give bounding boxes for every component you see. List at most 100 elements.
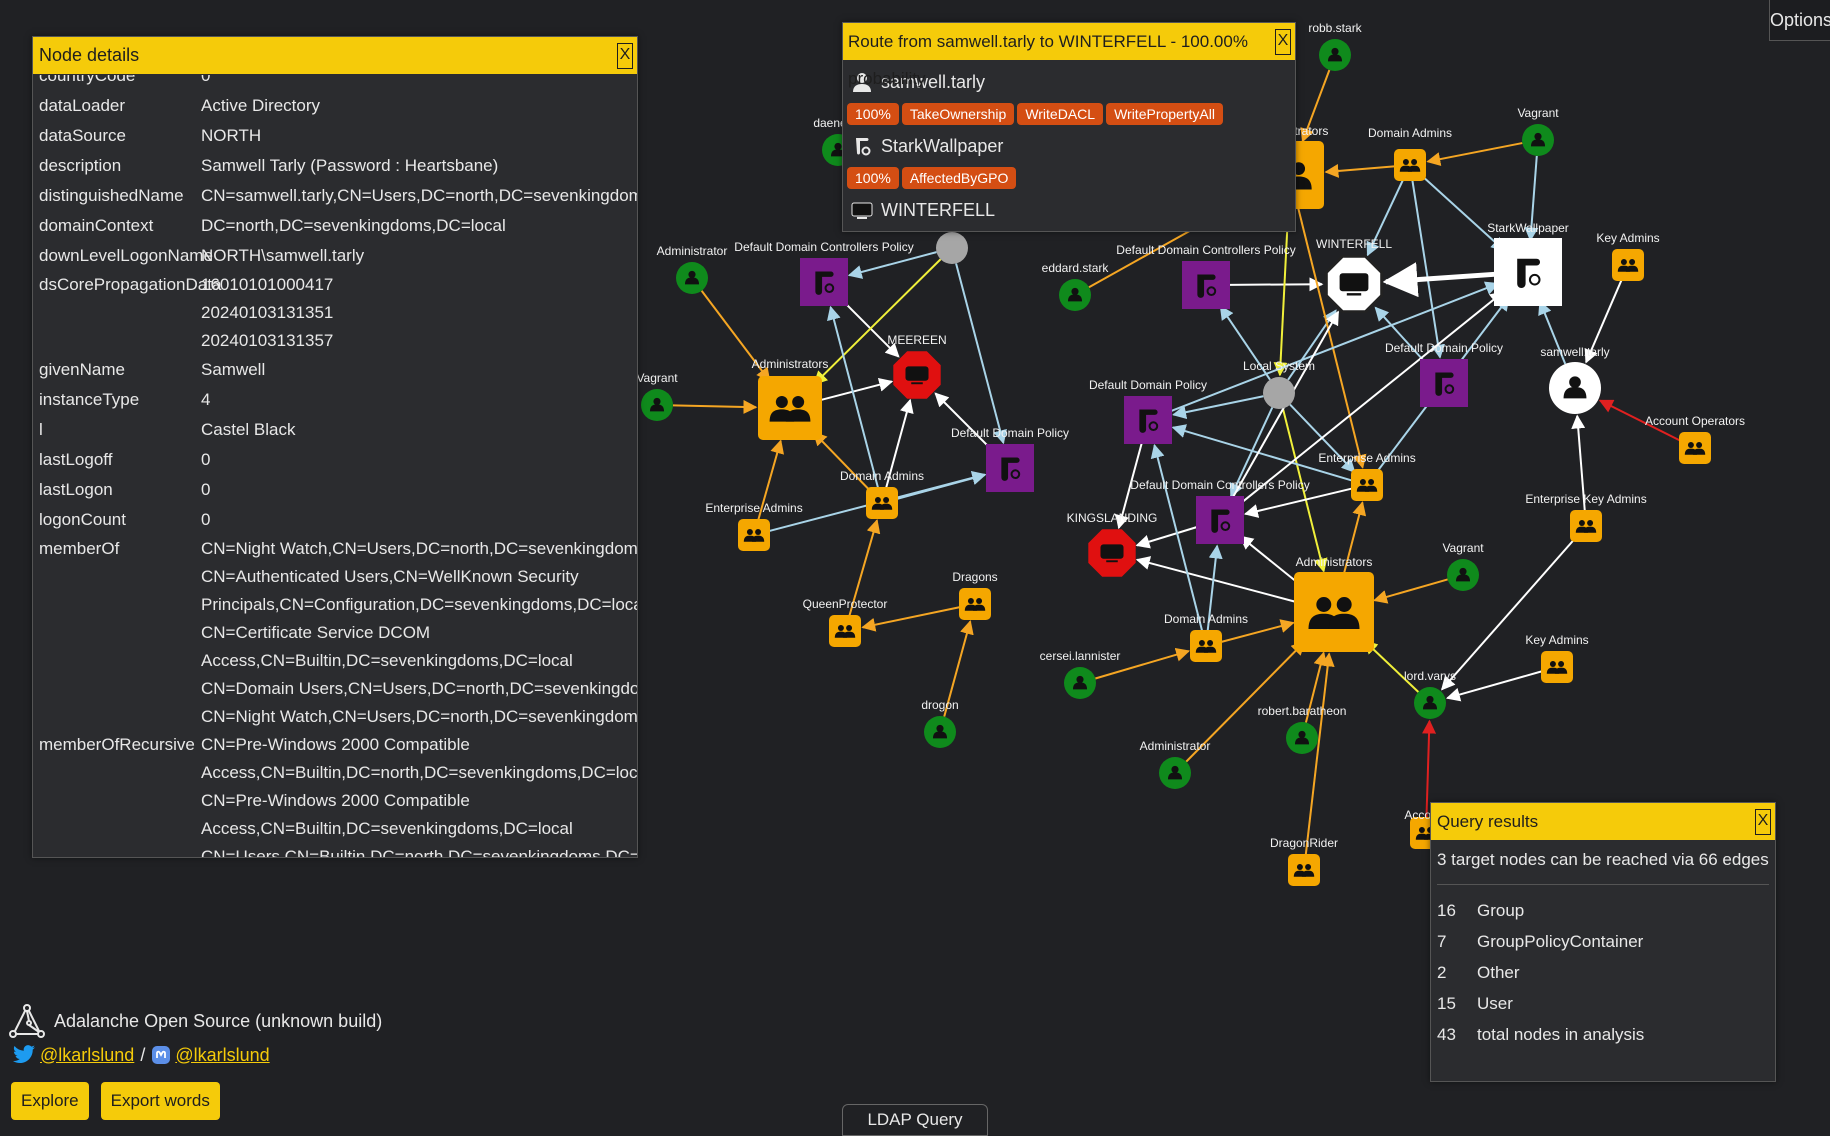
graph-edge[interactable] — [1324, 163, 1395, 178]
export-words-button[interactable]: Export words — [100, 1082, 220, 1120]
graph-node-label: Vagrant — [636, 371, 678, 385]
graph-node-group[interactable]: QueenProtector — [803, 597, 888, 647]
footer: Adalanche Open Source (unknown build) @l… — [8, 1004, 382, 1120]
result-label: GroupPolicyContainer — [1477, 931, 1644, 951]
graph-node-user[interactable]: Vagrant — [1517, 106, 1559, 156]
graph-edge[interactable] — [1229, 277, 1324, 292]
graph-edge[interactable] — [955, 263, 1007, 445]
graph-node-label: drogon — [921, 698, 958, 712]
explore-button[interactable]: Explore — [11, 1082, 89, 1120]
twitter-icon — [13, 1045, 35, 1063]
attribute-value: 0 — [201, 510, 211, 529]
graph-node-label: Account Operators — [1645, 414, 1745, 428]
graph-edge[interactable] — [1382, 262, 1499, 298]
result-row: 43 total nodes in analysis — [1431, 1019, 1775, 1050]
graph-edge[interactable] — [847, 251, 937, 279]
graph-node-user[interactable]: drogon — [921, 698, 959, 748]
graph-edge[interactable] — [1373, 578, 1448, 604]
route-node[interactable]: StarkWallpaper — [843, 128, 1295, 164]
graph-node-group[interactable]: Account Operators — [1645, 414, 1745, 464]
mastodon-link[interactable]: @lkarlslund — [175, 1045, 269, 1066]
node-details-body[interactable]: countryCode 0 dataLoader Active Directory da… — [33, 75, 637, 857]
graph-node-user[interactable]: robert.baratheon — [1258, 704, 1347, 754]
graph-node-computer_target[interactable]: MEEREEN — [887, 333, 947, 399]
graph-node-user[interactable]: Vagrant — [1442, 541, 1484, 591]
graph-node-group[interactable]: Key Admins — [1596, 231, 1660, 281]
result-label: Other — [1477, 962, 1520, 982]
graph-node-user[interactable]: robb.stark — [1308, 21, 1363, 71]
node-details-titlebar[interactable]: Node details X — [33, 37, 637, 74]
graph-node-gpo[interactable]: Default Domain Policy — [951, 426, 1069, 492]
graph-edge[interactable] — [1243, 487, 1352, 518]
footer-buttons: Explore Export words — [8, 1082, 382, 1120]
edge-probability-badge: 100% — [847, 167, 899, 189]
graph-edge[interactable] — [1304, 652, 1335, 855]
graph-edge[interactable] — [1135, 556, 1296, 603]
graph-node-user[interactable]: Administrator — [1140, 739, 1211, 789]
graph-edge[interactable] — [1239, 535, 1304, 588]
attribute-values: 0 — [201, 445, 637, 475]
graph-edge[interactable] — [1411, 180, 1445, 359]
route-close-button[interactable]: X — [1275, 29, 1291, 55]
graph-node-selected[interactable]: samwell.tarly — [1540, 345, 1610, 414]
graph-edge[interactable] — [1422, 719, 1437, 818]
graph-node-user[interactable]: eddard.stark — [1042, 261, 1110, 311]
graph-edge[interactable] — [1374, 306, 1429, 366]
graph-edge[interactable] — [1135, 526, 1198, 549]
graph-node-other[interactable]: Local System — [1243, 359, 1315, 409]
query-results-titlebar[interactable]: Query results X — [1431, 803, 1775, 840]
graph-node-gpo[interactable]: Default Domain Controllers Policy — [1116, 243, 1296, 309]
graph-node-group[interactable]: Dragons — [952, 570, 998, 620]
attribute-value: 4 — [201, 390, 211, 409]
graph-node-group[interactable]: Enterprise Key Admins — [1525, 492, 1647, 542]
query-results-close-button[interactable]: X — [1755, 809, 1771, 835]
graph-edge[interactable] — [672, 399, 758, 414]
graph-node-group[interactable]: Key Admins — [1525, 633, 1589, 683]
node-details-close-button[interactable]: X — [617, 43, 633, 69]
graph-node-group[interactable]: Domain Admins — [1368, 126, 1452, 181]
route-panel: Route from samwell.tarly to WINTERFELL -… — [842, 22, 1296, 232]
attribute-key: givenName — [39, 360, 125, 379]
route-titlebar[interactable]: Route from samwell.tarly to WINTERFELL -… — [843, 23, 1295, 88]
attribute-values: 0 — [201, 505, 637, 535]
graph-node-group[interactable]: DragonRider — [1270, 836, 1338, 886]
attribute-value: 0 — [201, 450, 211, 469]
attribute-value: NORTH\samwell.tarly — [201, 246, 365, 265]
attribute-value: CN=samwell.tarly,CN=Users,DC=north,DC=se… — [201, 186, 637, 205]
attribute-row: memberOfRecursive CN=Pre-Windows 2000 Com… — [33, 731, 637, 857]
attribute-value: CN=Pre-Windows 2000 Compatible Access,CN… — [201, 735, 637, 782]
attribute-value: CN=Authenticated Users,CN=WellKnown Secu… — [201, 567, 637, 614]
graph-node-user[interactable]: Vagrant — [636, 371, 678, 421]
twitter-link[interactable]: @lkarlslund — [40, 1045, 134, 1066]
route-node[interactable]: WINTERFELL — [843, 192, 1295, 228]
graph-edge[interactable] — [934, 392, 994, 452]
graph-node-user[interactable]: lord.varys — [1404, 669, 1456, 719]
graph-edge[interactable] — [827, 305, 879, 488]
graph-edge[interactable] — [1421, 175, 1506, 252]
attribute-row: description Samwell Tarly (Password : Hea… — [33, 151, 637, 181]
graph-edge[interactable] — [820, 377, 894, 401]
graph-edge[interactable] — [1273, 208, 1290, 377]
options-button[interactable]: Options — [1769, 0, 1830, 41]
node-details-title: Node details — [39, 45, 140, 65]
ldap-query-tab[interactable]: LDAP Query — [842, 1104, 988, 1136]
graph-node-group[interactable]: Administrators — [1294, 555, 1374, 652]
graph-edge[interactable] — [1426, 142, 1523, 167]
graph-node-other[interactable] — [936, 232, 968, 264]
graph-node-gpo_target[interactable]: StarkWallpaper — [1487, 221, 1569, 306]
attribute-values: Samwell Tarly (Password : Heartsbane) — [201, 151, 637, 181]
brand: Adalanche Open Source (unknown build) — [8, 1004, 382, 1038]
graph-node-user[interactable]: Administrator — [657, 244, 728, 294]
graph-node-computer_target[interactable]: WINTERFELL — [1316, 237, 1392, 314]
graph-node-group[interactable]: Administrators — [752, 357, 829, 440]
social-separator: / — [140, 1044, 146, 1065]
graph-node-label: lord.varys — [1404, 669, 1456, 683]
attribute-key: domainContext — [39, 216, 154, 235]
graph-node-label: cersei.lannister — [1040, 649, 1121, 663]
graph-node-label: robb.stark — [1308, 21, 1362, 35]
graph-node-label: Default Domain Controllers Policy — [1130, 478, 1309, 492]
graph-edge[interactable] — [1445, 670, 1542, 702]
graph-node-label: Enterprise Admins — [1318, 451, 1415, 465]
graph-node-gpo[interactable]: Default Domain Controllers Policy — [734, 240, 914, 306]
attribute-key: memberOfRecursive — [39, 735, 195, 754]
